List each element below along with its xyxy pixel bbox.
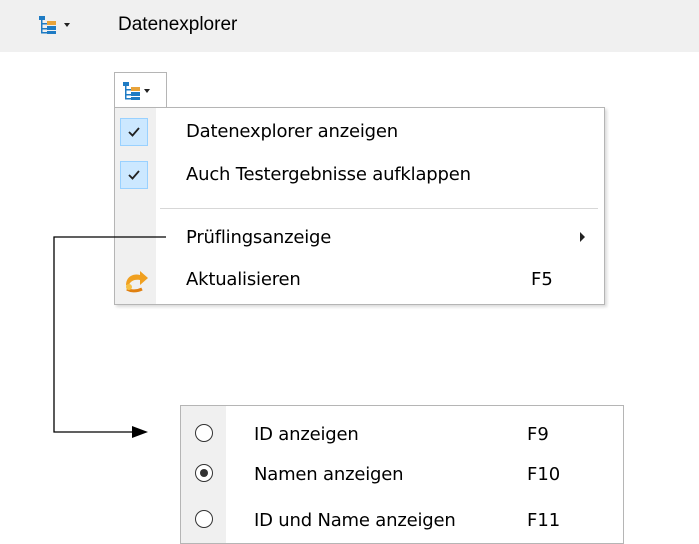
- radio-button-selected[interactable]: [195, 464, 213, 482]
- submenu: ID anzeigen F9 Namen anzeigen F10 ID und…: [180, 405, 624, 544]
- submenu-item-label: Namen anzeigen: [254, 464, 404, 485]
- submenu-item-show-id-and-name[interactable]: ID und Name anzeigen F11: [181, 500, 623, 540]
- submenu-item-show-id[interactable]: ID anzeigen F9: [181, 414, 623, 454]
- submenu-item-shortcut: F11: [527, 510, 561, 531]
- submenu-item-shortcut: F9: [527, 424, 549, 445]
- submenu-item-label: ID anzeigen: [254, 424, 359, 445]
- submenu-item-label: ID und Name anzeigen: [254, 510, 456, 531]
- radio-button[interactable]: [195, 510, 213, 528]
- submenu-item-show-name[interactable]: Namen anzeigen F10: [181, 454, 623, 494]
- radio-button[interactable]: [195, 424, 213, 442]
- submenu-item-shortcut: F10: [527, 464, 561, 485]
